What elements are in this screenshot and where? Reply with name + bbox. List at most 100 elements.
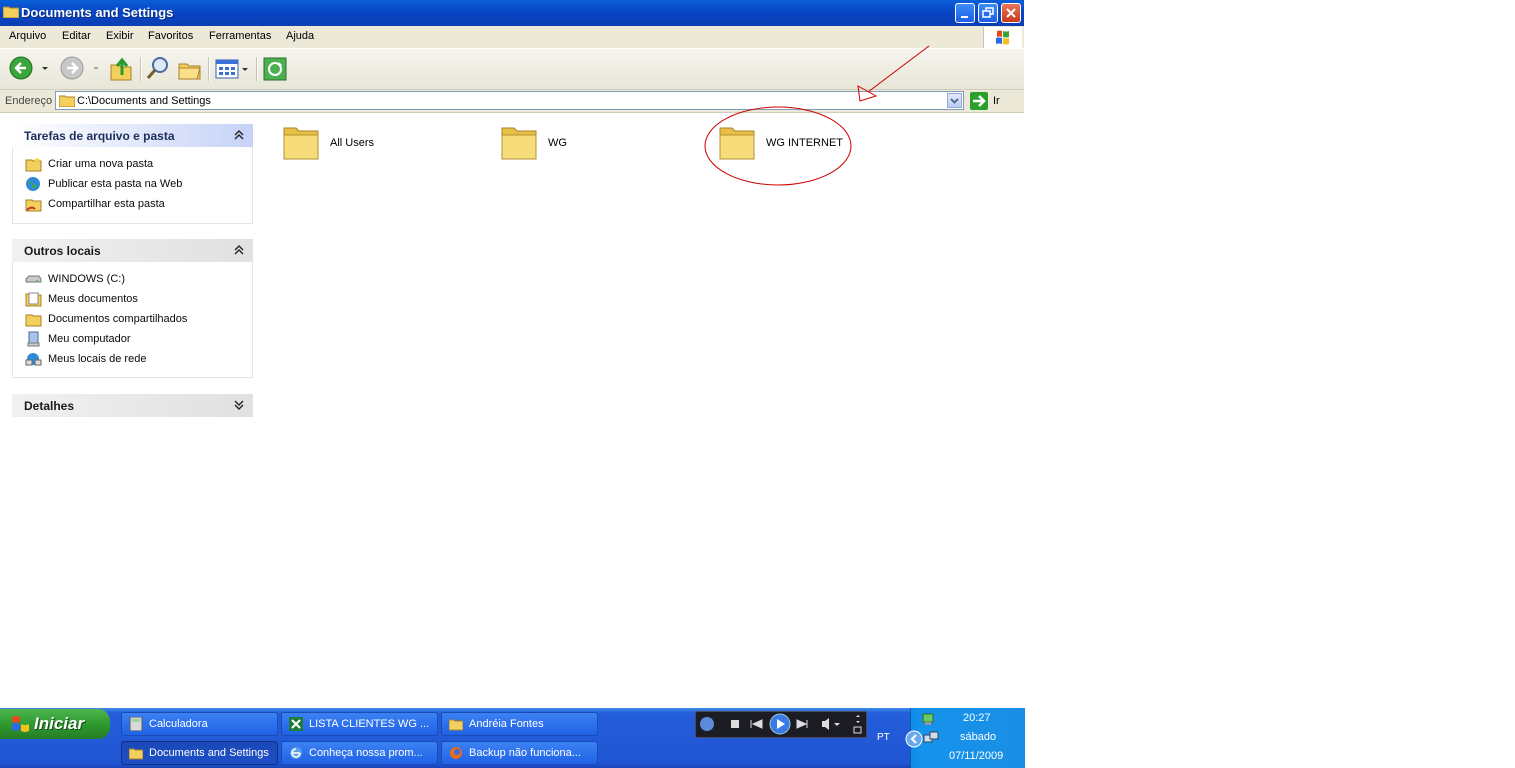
folder-icon (501, 127, 537, 160)
close-icon (1006, 8, 1016, 18)
task-label: Conheça nossa prom... (309, 747, 423, 759)
my-documents-icon (25, 292, 42, 307)
previous-icon (750, 719, 763, 729)
annotation-circle (704, 106, 852, 186)
clock-day: sábado (960, 731, 997, 743)
address-dropdown-button[interactable] (947, 93, 962, 108)
menu-favoritos[interactable]: Favoritos (148, 30, 193, 42)
folder-label: All Users (330, 137, 375, 149)
go-button[interactable] (970, 92, 988, 110)
forward-button[interactable] (59, 55, 103, 83)
tasks-panel-title: Tarefas de arquivo e pasta (24, 129, 175, 143)
excel-icon (289, 717, 303, 731)
other-places-header[interactable]: Outros locais (12, 239, 253, 262)
menu-ferramentas[interactable]: Ferramentas (209, 30, 271, 42)
folder-icon (129, 748, 143, 760)
toolbar-separator (140, 57, 142, 81)
windows-logo (983, 27, 1022, 48)
network-tray-icon[interactable] (921, 712, 937, 726)
address-label: Endereço (5, 95, 53, 107)
task-documents-settings[interactable]: Documents and Settings (121, 741, 278, 765)
restore-icon (982, 7, 994, 18)
folder-icon (3, 6, 19, 18)
menu-exibir[interactable]: Exibir (106, 30, 134, 42)
media-controls (700, 713, 862, 735)
share-folder-label: Compartilhar esta pasta (48, 198, 165, 210)
task-backup[interactable]: Backup não funciona... (441, 741, 598, 765)
media-player-toolbar (695, 711, 867, 738)
stop-icon (731, 720, 739, 728)
tasks-panel-body: Criar uma nova pasta Publicar esta pasta… (12, 147, 253, 224)
minimize-button[interactable] (955, 3, 975, 23)
language-indicator[interactable]: PT (877, 732, 890, 743)
toolbar-separator (256, 57, 258, 81)
new-folder-label: Criar uma nova pasta (48, 158, 154, 170)
task-label: Documents and Settings (149, 747, 269, 759)
window-title: Documents and Settings (21, 5, 174, 20)
menu-ajuda[interactable]: Ajuda (286, 30, 314, 42)
collapse-icon[interactable] (233, 244, 245, 256)
calculator-icon (129, 717, 143, 731)
other-places-body: WINDOWS (C:) Meus documentos Documentos … (12, 262, 253, 378)
back-button[interactable] (8, 55, 52, 83)
folder-icon (449, 719, 463, 731)
computer-icon (27, 331, 40, 347)
my-documents-label: Meus documentos (48, 293, 138, 305)
shared-documents-label: Documentos compartilhados (48, 313, 188, 325)
details-title: Detalhes (24, 399, 75, 413)
tasks-panel-header[interactable]: Tarefas de arquivo e pasta (12, 124, 253, 147)
menu-editar[interactable]: Editar (62, 30, 91, 42)
network-icon (25, 353, 42, 366)
clock-time[interactable]: 20:27 (963, 712, 991, 724)
desktop-screen: Documents and Settings Arquivo Editar Ex… (0, 0, 1025, 768)
task-andreia-fontes[interactable]: Andréia Fontes (441, 712, 598, 736)
views-button[interactable] (214, 55, 250, 83)
address-path: C:\Documents and Settings (77, 95, 211, 107)
task-label: Calculadora (149, 718, 208, 730)
menu-arquivo[interactable]: Arquivo (9, 30, 46, 42)
ie-icon (290, 747, 302, 759)
details-header[interactable]: Detalhes (12, 394, 253, 417)
task-calculadora[interactable]: Calculadora (121, 712, 278, 736)
start-label: Iniciar (34, 714, 85, 733)
annotation-arrow-line (867, 45, 930, 93)
new-folder-icon (25, 157, 42, 172)
restore-button[interactable] (978, 3, 998, 23)
task-lista-clientes[interactable]: LISTA CLIENTES WG ... (281, 712, 438, 736)
folder-icon (25, 314, 42, 327)
other-places-title: Outros locais (24, 244, 101, 258)
collapse-icon[interactable] (233, 129, 245, 141)
publish-web-label: Publicar esta pasta na Web (48, 178, 183, 190)
my-computer-label: Meu computador (48, 333, 131, 345)
task-pane: Tarefas de arquivo e pasta Criar uma nov… (0, 113, 265, 708)
task-label: LISTA CLIENTES WG ... (309, 718, 430, 730)
connection-tray-icon[interactable] (923, 730, 939, 746)
expand-icon[interactable] (233, 399, 245, 411)
task-conheca-promo[interactable]: Conheça nossa prom... (281, 741, 438, 765)
taskbar: Iniciar Calculadora LISTA CLIENTES WG ..… (0, 708, 1025, 768)
title-bar[interactable]: Documents and Settings (0, 0, 1024, 26)
windows-flag-icon (12, 716, 29, 732)
folder-label: WG (548, 137, 567, 149)
media-icon (700, 717, 714, 731)
go-label[interactable]: Ir (993, 95, 1000, 107)
clock-date: 07/11/2009 (949, 750, 1004, 762)
annotation-overlay (704, 45, 930, 186)
folder-icon (59, 95, 75, 107)
chevron-down-icon (950, 98, 959, 104)
task-label: Andréia Fontes (469, 718, 544, 730)
show-hidden-icons-button[interactable] (905, 730, 923, 748)
up-folder-button[interactable] (108, 55, 134, 83)
globe-icon (26, 177, 40, 191)
sync-button[interactable] (262, 55, 288, 83)
hard-drive-icon (25, 275, 42, 283)
folder-icon (283, 127, 319, 160)
folders-button[interactable] (177, 55, 203, 83)
next-icon (796, 719, 808, 729)
close-button[interactable] (1001, 3, 1021, 23)
system-tray: 20:27 sábado 07/11/2009 (905, 708, 1025, 768)
start-button[interactable]: Iniciar (0, 709, 110, 739)
search-button[interactable] (145, 55, 171, 83)
windows-flag-icon (996, 30, 1009, 45)
toolbar-separator (208, 57, 210, 81)
